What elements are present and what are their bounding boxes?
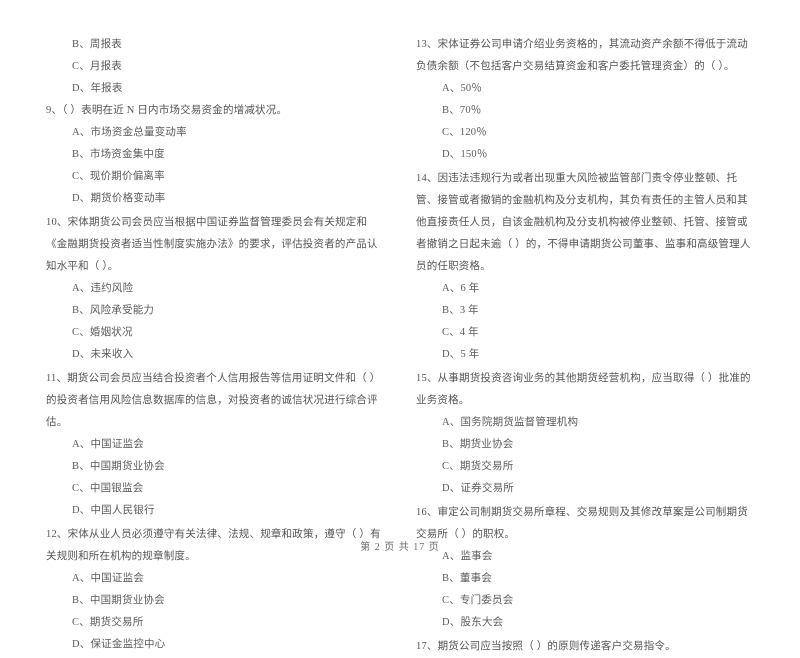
question-stem: 10、宋体期货公司会员应当根据中国证券监督管理委员会有关规定和《金融期货投资者适… bbox=[46, 217, 378, 272]
option-list: A、监事会 B、董事会 C、专门委员会 D、股东大会 bbox=[416, 546, 756, 634]
option-list: A、中国证监会 B、中国期货业协会 C、中国银监会 D、中国人民银行 bbox=[46, 434, 386, 522]
question-16: 16、审定公司制期货交易所章程、交易规则及其修改草案是公司制期货交易所（ ）的职… bbox=[416, 502, 756, 634]
option-item: D、中国人民银行 bbox=[72, 505, 155, 516]
option-item: D、期货价格变动率 bbox=[72, 193, 166, 204]
option-list: A、6 年 B、3 年 C、4 年 D、5 年 bbox=[416, 278, 756, 366]
option-list: A、市场资金总量变动率 B、市场资金集中度 C、现价期价偏离率 D、期货价格变动… bbox=[46, 122, 386, 210]
question-stem: 13、宋体证券公司申请介绍业务资格的，其流动资产余额不得低于流动负债余额（不包括… bbox=[416, 39, 748, 72]
option-item: B、3 年 bbox=[442, 305, 479, 316]
exam-paper-page: B、周报表 C、月报表 D、年报表 9、（ ）表明在近 N 日内市场交易资金的增… bbox=[0, 0, 800, 652]
option-item: C、期货交易所 bbox=[442, 461, 514, 472]
option-item: C、120％ bbox=[442, 127, 487, 138]
option-item: B、风险承受能力 bbox=[72, 305, 155, 316]
option-list: A、国务院期货监督管理机构 B、期货业协会 C、期货交易所 D、证券交易所 bbox=[416, 412, 756, 500]
option-item: D、150％ bbox=[442, 149, 488, 160]
option-item: A、6 年 bbox=[442, 283, 480, 294]
option-item: C、月报表 bbox=[72, 61, 123, 72]
option-item: D、股东大会 bbox=[442, 617, 504, 628]
question-stem: 17、期货公司应当按照（ ）的原则传递客户交易指令。 bbox=[416, 641, 676, 652]
option-list: A、50％ B、70％ C、120％ D、150％ bbox=[416, 78, 756, 166]
option-item: A、中国证监会 bbox=[72, 573, 144, 584]
option-item: C、专门委员会 bbox=[442, 595, 514, 606]
option-list: A、中国证监会 B、中国期货业协会 C、期货交易所 D、保证金监控中心 bbox=[46, 568, 386, 656]
two-column-body: B、周报表 C、月报表 D、年报表 9、（ ）表明在近 N 日内市场交易资金的增… bbox=[46, 34, 756, 652]
question-9: 9、（ ）表明在近 N 日内市场交易资金的增减状况。 A、市场资金总量变动率 B… bbox=[46, 100, 386, 210]
option-item: A、中国证监会 bbox=[72, 439, 144, 450]
question-stem: 11、期货公司会员应当结合投资者个人信用报告等信用证明文件和（ ）的投资者信用风… bbox=[46, 373, 381, 428]
option-item: D、未来收入 bbox=[72, 349, 134, 360]
option-item: C、4 年 bbox=[442, 327, 479, 338]
option-item: B、中国期货业协会 bbox=[72, 461, 165, 472]
question-stem: 14、因违法违规行为或者出现重大风险被监管部门责令停业整顿、托管、接管或者撤销的… bbox=[416, 173, 751, 272]
page-footer: 第 2 页 共 17 页 bbox=[360, 542, 440, 553]
option-item: B、周报表 bbox=[72, 39, 123, 50]
option-item: C、现价期价偏离率 bbox=[72, 171, 165, 182]
option-item: D、保证金监控中心 bbox=[72, 639, 166, 650]
option-item: A、国务院期货监督管理机构 bbox=[442, 417, 579, 428]
option-item: A、违约风险 bbox=[72, 283, 134, 294]
left-column: B、周报表 C、月报表 D、年报表 9、（ ）表明在近 N 日内市场交易资金的增… bbox=[46, 34, 386, 650]
option-item: B、期货业协会 bbox=[442, 439, 514, 450]
question-stem: 15、从事期货投资咨询业务的其他期货经营机构，应当取得（ ）批准的业务资格。 bbox=[416, 373, 751, 406]
option-item: B、市场资金集中度 bbox=[72, 149, 165, 160]
question-15: 15、从事期货投资咨询业务的其他期货经营机构，应当取得（ ）批准的业务资格。 A… bbox=[416, 368, 756, 500]
right-column: 13、宋体证券公司申请介绍业务资格的，其流动资产余额不得低于流动负债余额（不包括… bbox=[416, 34, 756, 652]
question-stem: 9、（ ）表明在近 N 日内市场交易资金的增减状况。 bbox=[46, 105, 288, 116]
option-list: A、违约风险 B、风险承受能力 C、婚姻状况 D、未来收入 bbox=[46, 278, 386, 366]
question-10: 10、宋体期货公司会员应当根据中国证券监督管理委员会有关规定和《金融期货投资者适… bbox=[46, 212, 386, 366]
option-item: B、董事会 bbox=[442, 573, 493, 584]
option-item: C、期货交易所 bbox=[72, 617, 144, 628]
leading-options-list: B、周报表 C、月报表 D、年报表 bbox=[46, 34, 386, 100]
question-13: 13、宋体证券公司申请介绍业务资格的，其流动资产余额不得低于流动负债余额（不包括… bbox=[416, 34, 756, 166]
option-item: C、中国银监会 bbox=[72, 483, 144, 494]
option-item: A、50％ bbox=[442, 83, 483, 94]
option-item: D、年报表 bbox=[72, 83, 123, 94]
question-17: 17、期货公司应当按照（ ）的原则传递客户交易指令。 bbox=[416, 636, 756, 658]
option-item: A、市场资金总量变动率 bbox=[72, 127, 187, 138]
question-14: 14、因违法违规行为或者出现重大风险被监管部门责令停业整顿、托管、接管或者撤销的… bbox=[416, 168, 756, 366]
option-item: B、70％ bbox=[442, 105, 482, 116]
option-item: B、中国期货业协会 bbox=[72, 595, 165, 606]
question-11: 11、期货公司会员应当结合投资者个人信用报告等信用证明文件和（ ）的投资者信用风… bbox=[46, 368, 386, 522]
option-item: D、证券交易所 bbox=[442, 483, 514, 494]
option-item: C、婚姻状况 bbox=[72, 327, 133, 338]
option-item: D、5 年 bbox=[442, 349, 480, 360]
